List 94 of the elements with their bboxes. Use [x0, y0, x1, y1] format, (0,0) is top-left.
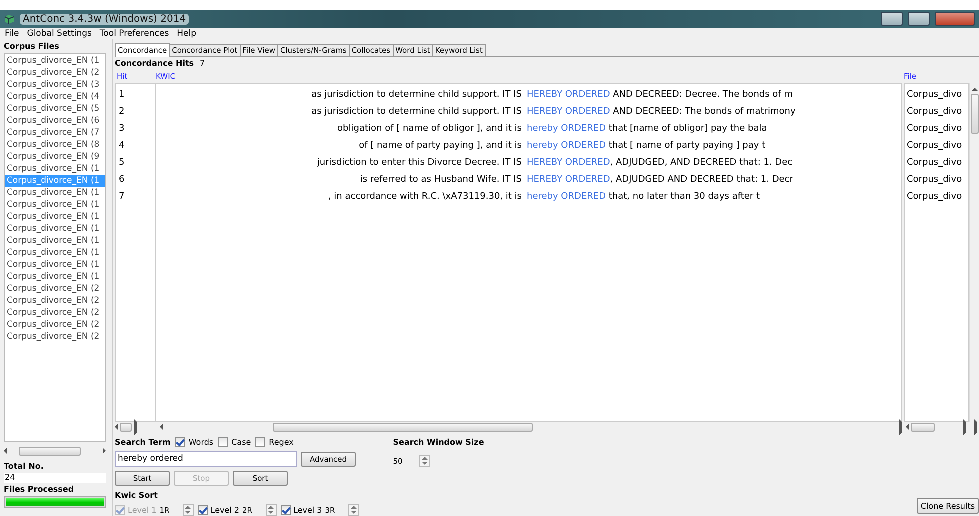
- file-item[interactable]: Corpus_divorce_EN (6: [5, 115, 105, 127]
- clone-results-button[interactable]: Clone Results: [916, 498, 979, 514]
- hit-number: 1: [118, 89, 126, 102]
- file-item[interactable]: Corpus_divorce_EN (2: [5, 307, 105, 319]
- minimize-button[interactable]: [881, 12, 903, 26]
- level-label: Level 3: [294, 506, 322, 514]
- right-context: , ADJUDGED, AND DECREED that: 1. Dec: [610, 157, 793, 170]
- file-name: Corpus_divo: [906, 157, 964, 170]
- panel-heading: Corpus Files: [4, 42, 60, 51]
- menu-item[interactable]: File: [5, 28, 20, 38]
- keyword: HEREBY ORDERED: [527, 89, 610, 102]
- right-context: , ADJUDGED AND DECREED that: 1. Decr: [610, 174, 794, 187]
- checkbox-label: Words: [188, 438, 214, 446]
- file-item[interactable]: Corpus_divorce_EN (1: [5, 223, 105, 235]
- right-context: that [ name of party paying ] pay t: [608, 140, 766, 153]
- app-icon: [4, 14, 15, 24]
- file-item[interactable]: Corpus_divorce_EN (2: [5, 331, 105, 343]
- checkbox-label: Case: [232, 438, 252, 446]
- left-context: jurisdiction to enter this Divorce Decree. IT IS: [316, 157, 522, 170]
- right-context: that, no later than 30 days after t: [608, 191, 760, 204]
- file-item[interactable]: Corpus_divorce_EN (2: [5, 319, 105, 331]
- checkbox-label: Regex: [269, 438, 294, 446]
- file-item[interactable]: Corpus_divorce_EN (1: [5, 163, 105, 175]
- file-name: Corpus_divo: [906, 89, 964, 102]
- spinner-button[interactable]: [266, 504, 276, 516]
- hits-count: 7: [200, 58, 206, 68]
- keyword: hereby ORDERED: [527, 191, 606, 204]
- window-title: AntConc 3.4.3w (Windows) 2014: [20, 14, 190, 24]
- file-item[interactable]: Corpus_divorce_EN (2: [5, 283, 105, 295]
- menu-item[interactable]: Global Settings: [27, 28, 92, 38]
- left-context: as jurisdiction to determine child support. IT IS: [310, 106, 522, 119]
- file-item[interactable]: Corpus_divorce_EN (1: [5, 211, 105, 223]
- keyword: hereby ORDERED: [527, 123, 606, 136]
- file-item[interactable]: Corpus_divorce_EN (9: [5, 151, 105, 163]
- field-label: Total No.: [4, 462, 45, 471]
- checkbox[interactable]: [198, 505, 208, 515]
- field-label: Files Processed: [4, 485, 76, 494]
- file-item[interactable]: Corpus_divorce_EN (1: [5, 199, 105, 211]
- file-name: Corpus_divo: [906, 106, 964, 119]
- window-size-label: Search Window Size: [393, 438, 484, 446]
- file-item[interactable]: Corpus_divorce_EN (1: [5, 187, 105, 199]
- spinner-button[interactable]: [182, 504, 194, 516]
- total-value: 24: [4, 473, 106, 483]
- spinner-button[interactable]: [419, 455, 430, 467]
- hit-number: 6: [118, 174, 126, 187]
- menu-item[interactable]: Tool Preferences: [100, 28, 170, 38]
- hit-number: 4: [118, 140, 126, 153]
- left-context: of [ name of party paying ], and it is: [358, 140, 522, 153]
- kwic-sort-label: Kwic Sort: [115, 490, 158, 500]
- file-name: Corpus_divo: [906, 191, 964, 204]
- file-item[interactable]: Corpus_divorce_EN (1: [5, 259, 105, 271]
- file-item[interactable]: Corpus_divorce_EN (7: [5, 127, 105, 139]
- file-item[interactable]: Corpus_divorce_EN (2: [5, 295, 105, 307]
- keyword: HEREBY ORDERED: [527, 106, 610, 119]
- level-label: Level 1: [128, 506, 157, 514]
- file-item[interactable]: Corpus_divorce_EN (1: [5, 247, 105, 259]
- file-item[interactable]: Corpus_divorce_EN (2: [5, 67, 105, 79]
- checkbox[interactable]: [218, 437, 228, 447]
- right-context: that [name of obligor] pay the bala: [608, 123, 768, 136]
- horizontal-scrollbar[interactable]: [4, 446, 106, 456]
- search-term-label: Search Term: [115, 438, 171, 446]
- checkbox[interactable]: [255, 437, 266, 447]
- checkbox[interactable]: [174, 437, 185, 447]
- close-button[interactable]: [935, 12, 975, 26]
- file-item[interactable]: Corpus_divorce_EN (5: [5, 103, 105, 115]
- file-item[interactable]: Corpus_divorce_EN (1: [5, 271, 105, 283]
- keyword: hereby ORDERED: [527, 140, 606, 153]
- left-context: , in accordance with R.C. \xA73119.30, it is: [327, 191, 522, 204]
- maximize-button[interactable]: [908, 12, 930, 26]
- hits-label: Concordance Hits: [115, 58, 194, 68]
- file-name: Corpus_divo: [906, 140, 964, 153]
- search-field[interactable]: hereby ordered: [115, 451, 297, 467]
- hit-number: 5: [118, 157, 126, 170]
- keyword: HEREBY ORDERED: [527, 174, 610, 187]
- file-name: Corpus_divo: [906, 174, 964, 187]
- hit-number: 7: [118, 191, 126, 204]
- keyword: HEREBY ORDERED: [527, 157, 610, 170]
- right-context: AND DECREED: The bonds of matrimony: [612, 106, 796, 119]
- file-item[interactable]: Corpus_divorce_EN (1: [5, 55, 105, 67]
- hit-number: 3: [118, 123, 126, 136]
- level-label: Level 2: [210, 506, 240, 514]
- right-context: AND DECREED: Decree. The bonds of m: [612, 89, 793, 102]
- file-item[interactable]: Corpus_divorce_EN (4: [5, 91, 105, 103]
- file-item[interactable]: Corpus_divorce_EN (3: [5, 79, 105, 91]
- left-context: is referred to as Husband Wife. IT IS: [359, 174, 522, 187]
- menu-item[interactable]: Help: [177, 28, 197, 38]
- left-context: obligation of [ name of obligor ], and it is: [336, 123, 522, 136]
- hit-number: 2: [118, 106, 126, 119]
- file-item[interactable]: Corpus_divorce_EN (1: [5, 235, 105, 247]
- checkbox[interactable]: [280, 505, 290, 515]
- file-name: Corpus_divo: [906, 123, 964, 136]
- spinner-button[interactable]: [348, 504, 360, 516]
- left-context: as jurisdiction to determine child support. IT IS: [310, 89, 522, 102]
- file-item[interactable]: Corpus_divorce_EN (8: [5, 139, 105, 151]
